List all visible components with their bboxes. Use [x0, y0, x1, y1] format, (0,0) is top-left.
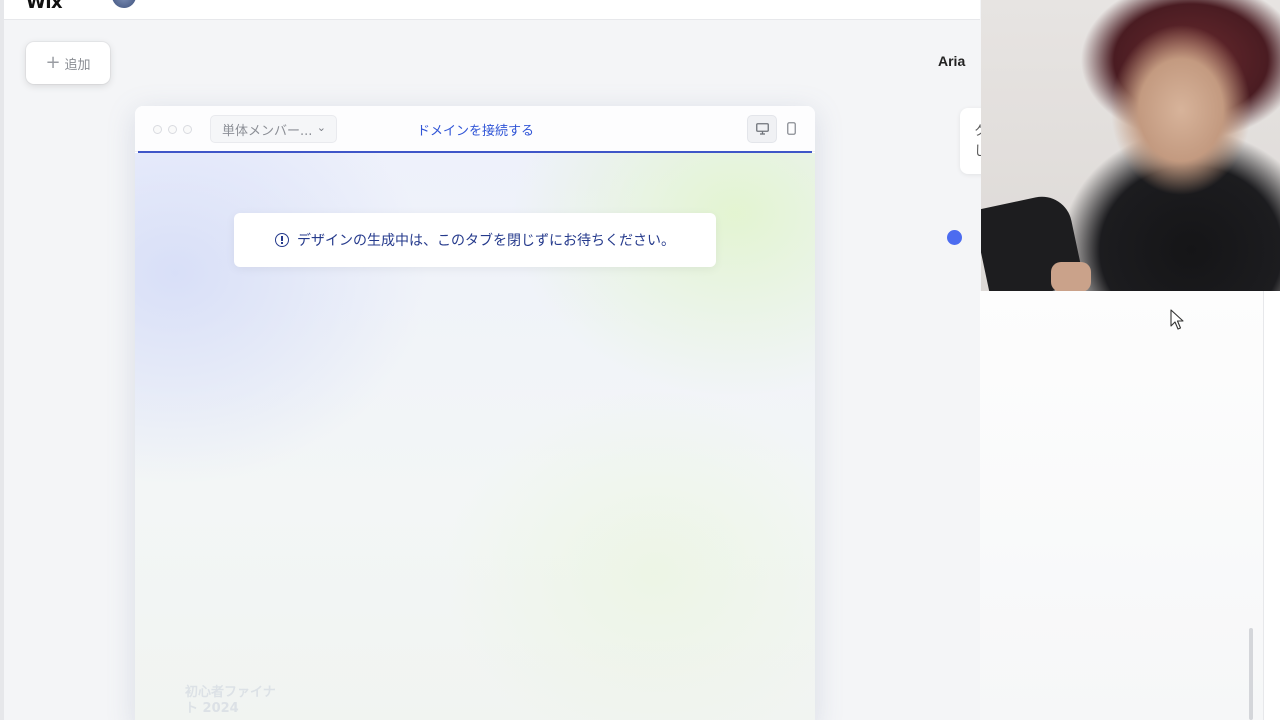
desktop-view-button[interactable] — [747, 115, 777, 143]
device-view-toggle — [747, 115, 807, 143]
right-gutter — [1263, 291, 1280, 720]
ghost-title-line: 初心者ファイナ — [185, 685, 276, 700]
page-select-value: 単体メンバー... — [222, 123, 313, 139]
generation-notice: デザインの生成中は、このタブを閉じずにお待ちください。 — [234, 213, 716, 267]
right-panel — [980, 291, 1263, 720]
status-dot-icon — [947, 230, 962, 245]
window-dot-icon — [168, 125, 177, 134]
mobile-view-button[interactable] — [779, 115, 807, 143]
mobile-icon — [787, 122, 796, 135]
info-icon — [275, 233, 289, 247]
connect-domain-link[interactable]: ドメインを接続する — [417, 120, 534, 139]
window-dot-icon — [183, 125, 192, 134]
window-dot-icon — [153, 125, 162, 134]
page: Wix + 追加 Aria クし 単体メンバー... ⌄ ドメインを接続する — [0, 0, 1280, 720]
site-preview-window: 単体メンバー... ⌄ ドメインを接続する デザインの生成中は、このタブを閉じず… — [135, 106, 815, 720]
ghost-title-line: ト 2024 — [185, 701, 239, 716]
wix-logo[interactable]: Wix — [26, 0, 63, 13]
preview-canvas: デザインの生成中は、このタブを閉じずにお待ちください。 初心者ファイナ ト 20… — [135, 153, 815, 720]
chevron-down-icon: ⌄ — [316, 121, 326, 134]
add-button[interactable]: + 追加 — [26, 42, 110, 84]
page-select[interactable]: 単体メンバー... ⌄ — [210, 115, 337, 143]
webcam-overlay — [981, 0, 1280, 291]
scrollbar[interactable] — [1249, 628, 1253, 720]
globe-icon[interactable] — [112, 0, 136, 8]
add-button-label: 追加 — [64, 57, 91, 73]
notice-text: デザインの生成中は、このタブを閉じずにお待ちください。 — [297, 233, 675, 249]
top-bar: Wix — [4, 0, 980, 20]
user-name: Aria — [938, 53, 966, 69]
desktop-icon — [756, 123, 769, 135]
preview-header: 単体メンバー... ⌄ ドメインを接続する — [135, 106, 815, 152]
mouse-cursor-icon — [1170, 309, 1184, 330]
plus-icon: + — [45, 52, 61, 73]
left-edge — [0, 0, 4, 720]
hand-image — [1051, 262, 1091, 291]
ghost-site-title: 初心者ファイナ ト 2024 — [185, 685, 276, 717]
